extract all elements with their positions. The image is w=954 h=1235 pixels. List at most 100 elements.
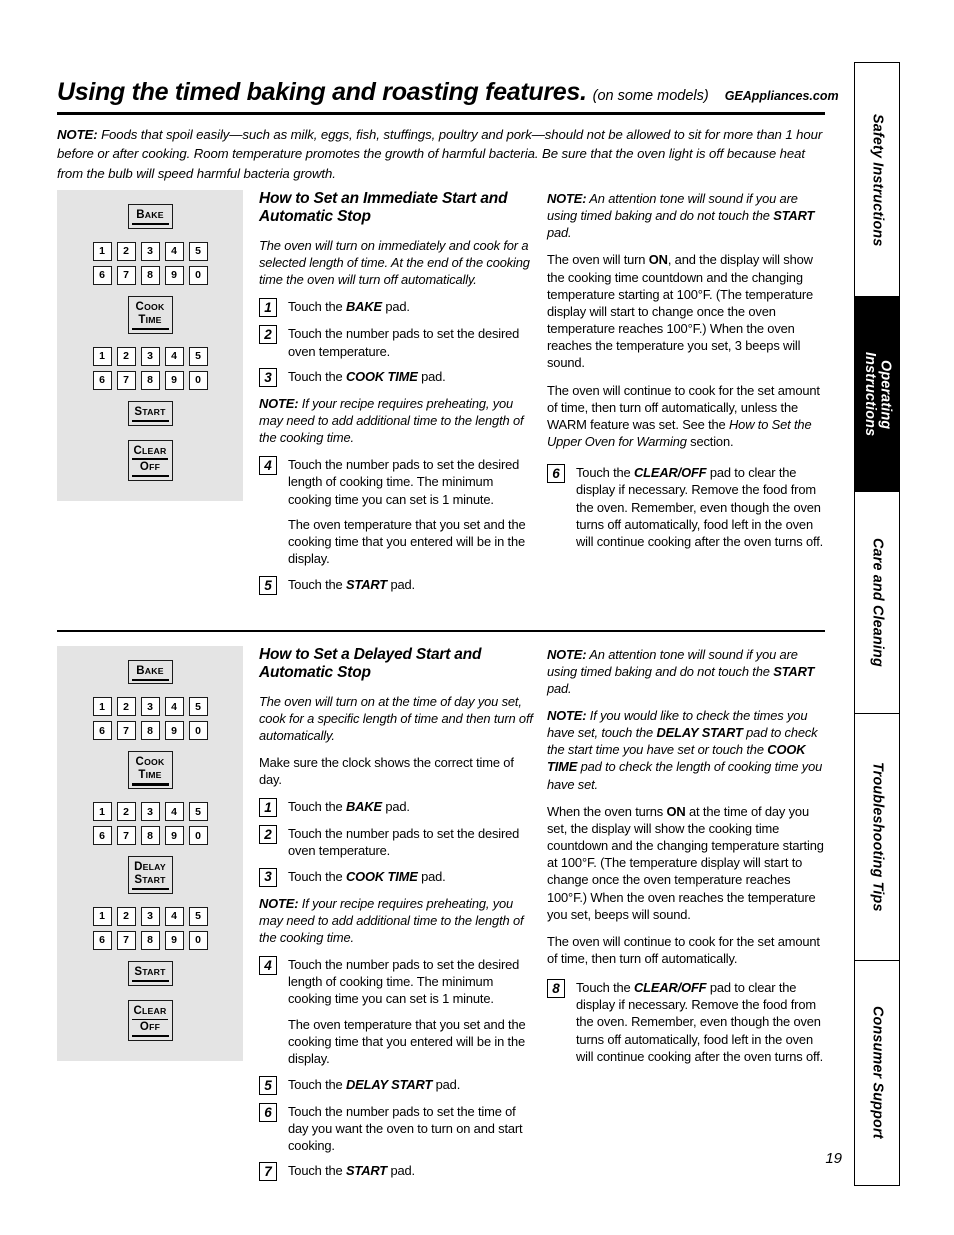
- number-pad-row: 1 2 3 4 5: [92, 906, 208, 926]
- num-key[interactable]: 9: [164, 826, 184, 846]
- step-number: 2: [259, 825, 277, 845]
- num-key[interactable]: 3: [140, 346, 160, 366]
- step-number: 6: [259, 1103, 277, 1122]
- num-key[interactable]: 7: [116, 930, 136, 950]
- note-label: NOTE:: [547, 707, 587, 723]
- num-key[interactable]: 1: [92, 802, 112, 822]
- tab-operating-instructions[interactable]: Operating Instructions: [854, 296, 900, 493]
- control-panel-diagram-2: BAKE 1 2 3 4 5 6 7 8 9 0 COOK TIME 1 2 3…: [57, 645, 243, 1061]
- num-key[interactable]: 8: [140, 721, 160, 741]
- para-post: , and the display will show the cooking …: [547, 252, 814, 371]
- num-key[interactable]: 1: [92, 697, 112, 717]
- num-key[interactable]: 2: [116, 802, 136, 822]
- num-key[interactable]: 9: [164, 265, 184, 285]
- num-key[interactable]: 0: [188, 930, 208, 950]
- note-label: NOTE:: [259, 395, 299, 411]
- cook-time-pad-label-line1: COOK: [135, 756, 165, 769]
- num-key[interactable]: 0: [188, 265, 208, 285]
- num-key[interactable]: 2: [116, 241, 136, 261]
- delay-start-pad[interactable]: DELAY START: [127, 856, 173, 894]
- num-key[interactable]: 5: [188, 906, 208, 926]
- section1-left-column: How to Set an Immediate Start and Automa…: [259, 190, 539, 603]
- section2-clock-paragraph: Make sure the clock shows the correct ti…: [259, 754, 514, 788]
- step: 6 Touch the CLEAR/OFF pad to clear the d…: [547, 464, 827, 550]
- step: 4 Touch the number pads to set the desir…: [259, 456, 539, 507]
- step-pad-name: START: [345, 1163, 388, 1179]
- num-key[interactable]: 1: [92, 346, 112, 366]
- num-key[interactable]: 8: [140, 265, 160, 285]
- step-number: 7: [259, 1162, 277, 1182]
- num-key[interactable]: 5: [188, 697, 208, 717]
- num-key[interactable]: 3: [140, 241, 160, 261]
- num-key[interactable]: 6: [92, 370, 112, 390]
- section1-body: BAKE 1 2 3 4 5 6 7 8 9 0 COOK TIME 1 2 3…: [57, 190, 825, 603]
- num-key[interactable]: 4: [164, 697, 184, 717]
- step-pad-name: BAKE: [345, 799, 382, 815]
- num-key[interactable]: 5: [188, 241, 208, 261]
- note-pad-name: START: [773, 663, 815, 679]
- num-key[interactable]: 7: [116, 370, 136, 390]
- start-pad[interactable]: START: [127, 960, 173, 986]
- num-key[interactable]: 6: [92, 265, 112, 285]
- step-text-pre: Touch the: [288, 1163, 346, 1179]
- num-key[interactable]: 6: [92, 721, 112, 741]
- delay-start-pad-label-line1: DELAY: [134, 861, 166, 874]
- num-key[interactable]: 2: [116, 697, 136, 717]
- num-key[interactable]: 4: [164, 241, 184, 261]
- num-key[interactable]: 8: [140, 370, 160, 390]
- clear-off-pad[interactable]: CLEAR OFF: [127, 439, 173, 481]
- num-key[interactable]: 8: [140, 930, 160, 950]
- num-key[interactable]: 6: [92, 930, 112, 950]
- section2-left-column: How to Set a Delayed Start and Automatic…: [259, 646, 539, 1190]
- bake-pad[interactable]: BAKE: [127, 659, 173, 685]
- cook-time-pad[interactable]: COOK TIME: [127, 751, 173, 790]
- num-key[interactable]: 5: [188, 346, 208, 366]
- num-key[interactable]: 7: [116, 265, 136, 285]
- tab-care-and-cleaning[interactable]: Care and Cleaning: [854, 490, 900, 715]
- tab-troubleshooting-tips[interactable]: Troubleshooting Tips: [854, 713, 900, 962]
- num-key[interactable]: 4: [164, 802, 184, 822]
- note-label: NOTE:: [547, 646, 587, 662]
- num-key[interactable]: 9: [164, 370, 184, 390]
- num-key[interactable]: 7: [116, 826, 136, 846]
- num-key[interactable]: 3: [140, 802, 160, 822]
- num-key[interactable]: 2: [116, 346, 136, 366]
- start-pad[interactable]: START: [127, 400, 173, 426]
- cook-time-pad[interactable]: COOK TIME: [127, 295, 173, 334]
- clear-off-pad[interactable]: CLEAR OFF: [127, 999, 173, 1041]
- section2-intro: The oven will turn on at the time of day…: [259, 693, 533, 743]
- pad-underbar: [131, 419, 169, 422]
- num-key[interactable]: 3: [140, 697, 160, 717]
- num-key[interactable]: 0: [188, 826, 208, 846]
- tab-safety-instructions[interactable]: Safety Instructions: [854, 62, 900, 298]
- pad-underbar: [131, 980, 169, 983]
- num-key[interactable]: 5: [188, 802, 208, 822]
- num-key[interactable]: 1: [92, 241, 112, 261]
- step-number: 2: [259, 325, 277, 345]
- header-divider: [57, 112, 825, 115]
- pad-underbar: [131, 474, 169, 478]
- num-key[interactable]: 4: [164, 346, 184, 366]
- step-text: Touch the BAKE pad.: [288, 298, 539, 317]
- step-text: Touch the COOK TIME pad.: [288, 368, 539, 387]
- num-key[interactable]: 6: [92, 826, 112, 846]
- step: 5 Touch the START pad.: [259, 576, 539, 596]
- num-key[interactable]: 4: [164, 906, 184, 926]
- num-key[interactable]: 9: [164, 930, 184, 950]
- tab-consumer-support[interactable]: Consumer Support: [854, 959, 900, 1186]
- num-key[interactable]: 1: [92, 906, 112, 926]
- num-key[interactable]: 2: [116, 906, 136, 926]
- num-key[interactable]: 0: [188, 721, 208, 741]
- section2-preheat-note: NOTE: If your recipe requires preheating…: [259, 895, 539, 946]
- step-text-pre: Touch the: [288, 799, 346, 815]
- bake-pad[interactable]: BAKE: [127, 204, 173, 229]
- step-text: Touch the COOK TIME pad.: [288, 868, 539, 887]
- num-key[interactable]: 8: [140, 826, 160, 846]
- page-header: Using the timed baking and roasting feat…: [57, 78, 839, 183]
- note-label: NOTE:: [547, 191, 587, 206]
- step: 3 Touch the COOK TIME pad.: [259, 867, 539, 887]
- num-key[interactable]: 3: [140, 906, 160, 926]
- num-key[interactable]: 7: [116, 721, 136, 741]
- num-key[interactable]: 0: [188, 370, 208, 390]
- num-key[interactable]: 9: [164, 721, 184, 741]
